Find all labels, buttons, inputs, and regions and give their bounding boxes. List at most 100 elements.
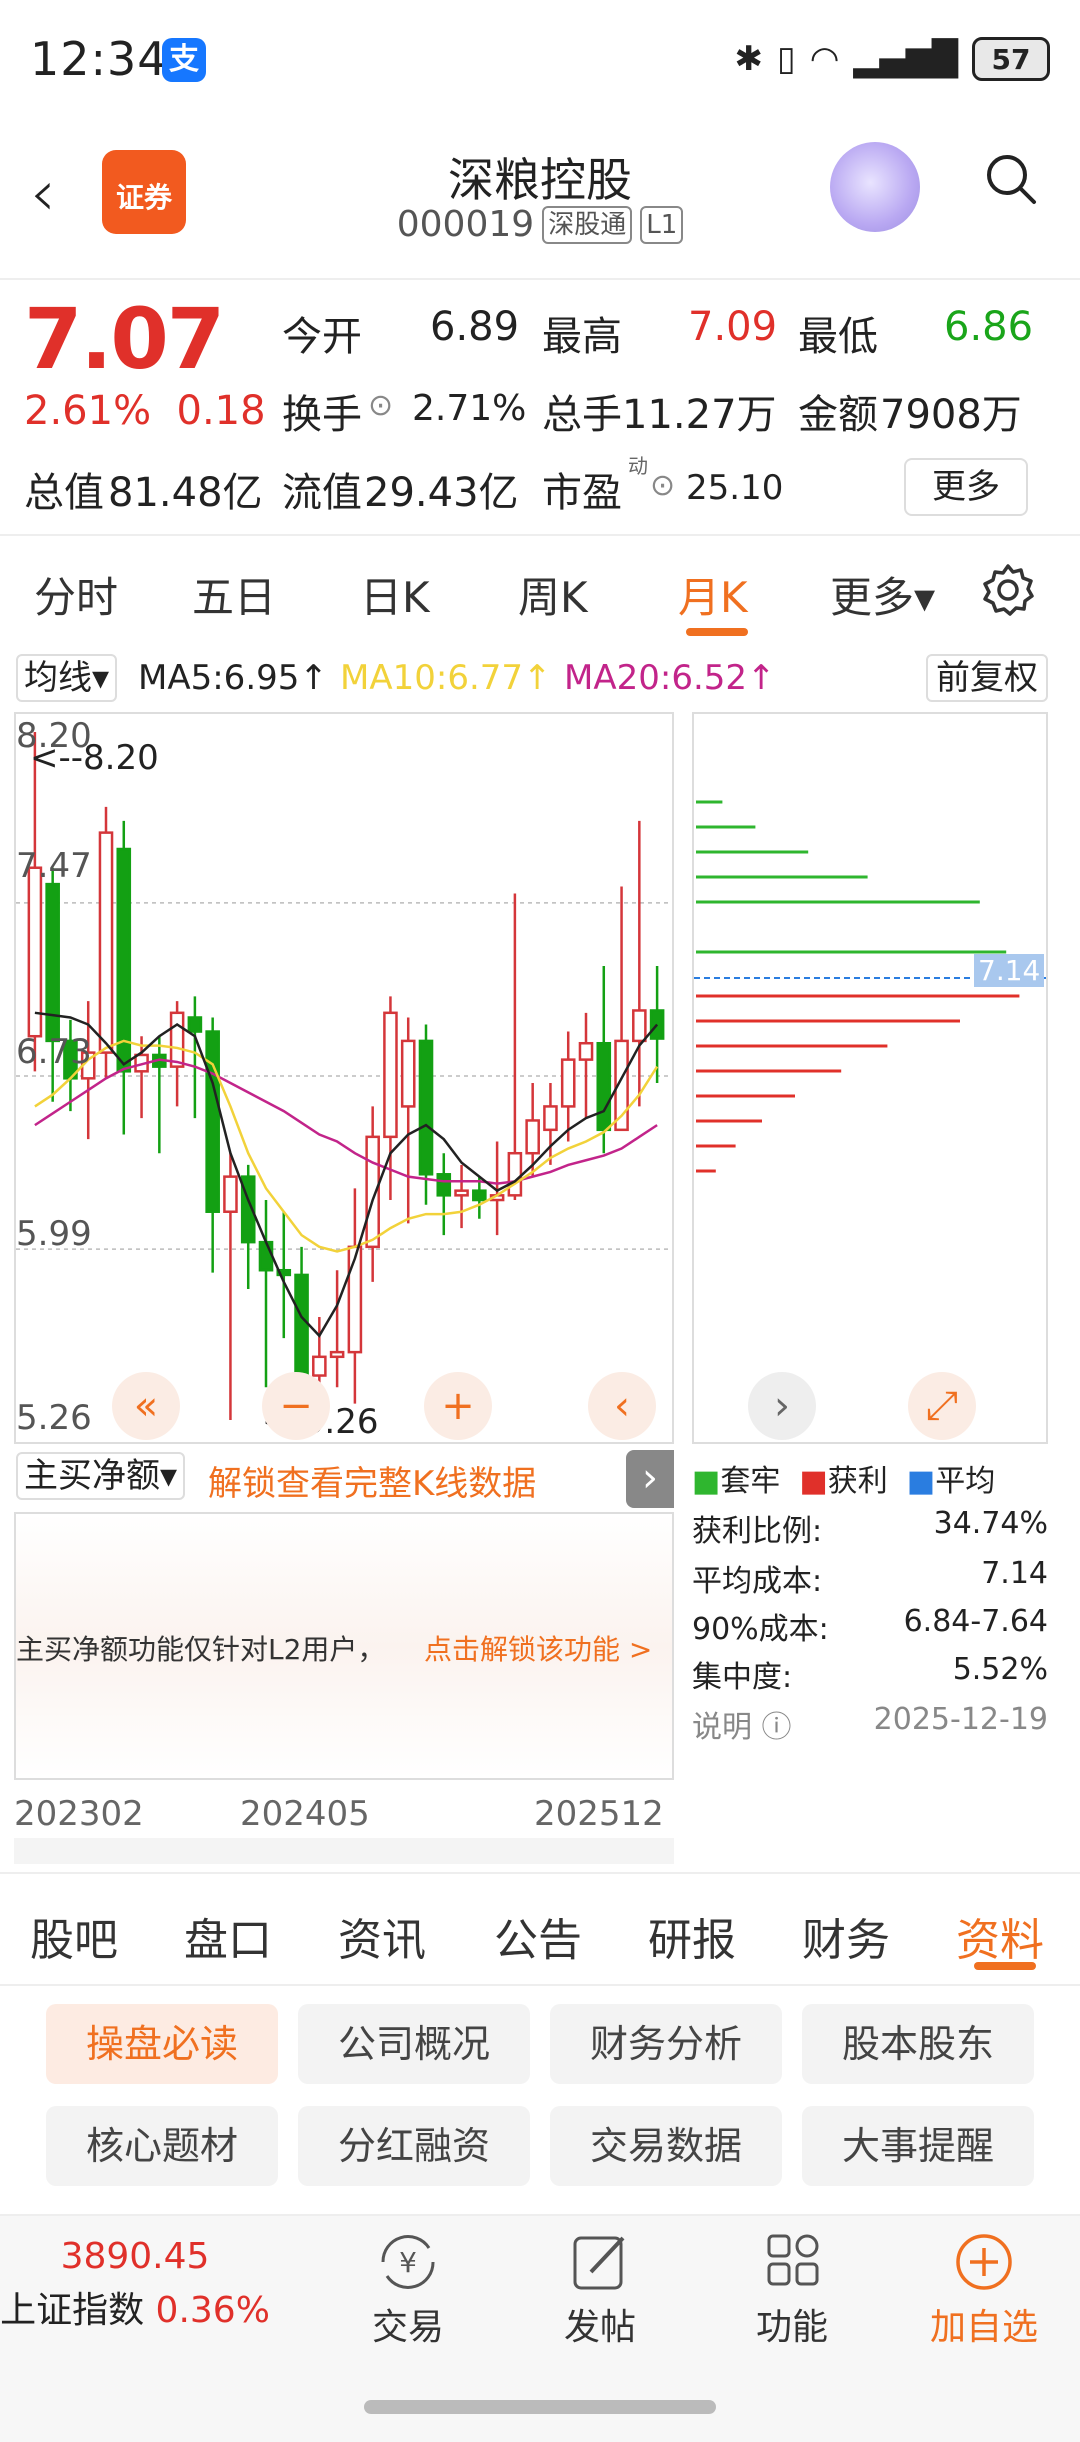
edit-icon xyxy=(573,2236,625,2290)
tab-monthly-k[interactable]: 月K xyxy=(678,564,748,625)
add-watchlist-label: 加自选 xyxy=(929,2307,1038,2348)
mktcap-label: 总值 xyxy=(24,470,104,516)
avg-cost-label: 7.14 xyxy=(974,954,1045,987)
tab-profile[interactable]: 资料 xyxy=(956,1904,1044,1968)
candle-body xyxy=(116,847,132,1073)
price-change: 2.61% 0.18 xyxy=(24,388,266,434)
date-label-end: 202512 xyxy=(534,1794,664,1834)
chip-date: 2025-12-19 xyxy=(873,1702,1048,1737)
dividend-financing-button[interactable]: 分红融资 xyxy=(298,2106,530,2186)
legend-average-swatch: ■ xyxy=(906,1464,936,1499)
stat-explain[interactable]: 说明 ⓘ 2025-12-19 xyxy=(692,1702,1048,1746)
y-label-2: 7.47 xyxy=(16,846,92,886)
panel-toggle-icon[interactable]: › xyxy=(626,1450,674,1508)
tab-research[interactable]: 研报 xyxy=(648,1904,736,1968)
candle-body xyxy=(507,1151,523,1197)
tab-forum[interactable]: 股吧 xyxy=(30,1904,118,1968)
tab-announcements[interactable]: 公告 xyxy=(494,1904,582,1968)
trade-button[interactable]: ¥ 交易 xyxy=(338,2230,478,2350)
step-back-button[interactable]: ‹ xyxy=(588,1372,656,1440)
tab-news[interactable]: 资讯 xyxy=(338,1904,426,1968)
float-label: 流值 xyxy=(282,470,362,516)
kline-chart[interactable]: 8.20 7.47 6.73 5.99 5.26 <--8.20 <-5.26 … xyxy=(14,712,674,1444)
connect-tag: 深股通 xyxy=(542,205,633,244)
candle-body xyxy=(596,1041,612,1132)
candle-body xyxy=(578,1041,594,1061)
add-watchlist-button[interactable]: 加自选 xyxy=(914,2230,1054,2350)
info-icon[interactable]: ⓘ xyxy=(762,1710,792,1745)
search-icon[interactable] xyxy=(984,152,1038,206)
legend-profit: 获利 xyxy=(827,1464,888,1499)
candle-body xyxy=(543,1105,558,1132)
candle-body xyxy=(632,1009,647,1043)
candle-body xyxy=(205,1030,220,1213)
vibrate-icon: ▯ xyxy=(777,39,796,79)
functions-button[interactable]: 功能 xyxy=(722,2230,862,2350)
tab-intraday[interactable]: 分时 xyxy=(34,564,118,625)
zoom-out-button[interactable]: − xyxy=(262,1372,330,1440)
company-overview-button[interactable]: 公司概况 xyxy=(298,2004,530,2084)
pe-label: 市盈 xyxy=(542,470,622,516)
events-button[interactable]: 大事提醒 xyxy=(802,2106,1034,2186)
home-indicator[interactable] xyxy=(364,2400,716,2414)
tab-orderbook[interactable]: 盘口 xyxy=(184,1904,272,1968)
gear-icon[interactable] xyxy=(980,562,1036,618)
tab-more[interactable]: 更多▾ xyxy=(830,564,935,625)
index-widget[interactable]: 3890.45 上证指数 0.36% xyxy=(0,2236,270,2333)
tab-financials[interactable]: 财务 xyxy=(802,1904,890,1968)
stock-code-row: 000019 深股通 L1 xyxy=(0,204,1080,245)
level-tag: L1 xyxy=(640,205,684,244)
core-themes-button[interactable]: 核心题材 xyxy=(46,2106,278,2186)
ma20-label: MA20:6.52↑ xyxy=(564,658,776,698)
stat-label: 平均成本: xyxy=(692,1564,823,1599)
ma10-label: MA10:6.77↑ xyxy=(340,658,552,698)
expand-icon[interactable]: ⤢ xyxy=(908,1372,976,1440)
high-label: 最高 xyxy=(542,314,622,360)
indicator-selector[interactable]: 主买净额▾ xyxy=(16,1452,186,1500)
must-read-button[interactable]: 操盘必读 xyxy=(46,2004,278,2084)
step-forward-button[interactable]: › xyxy=(748,1372,816,1440)
float-value: 29.43亿 xyxy=(364,470,519,516)
scroll-track[interactable] xyxy=(14,1838,674,1864)
unlock-kline-link[interactable]: 解锁查看完整K线数据 xyxy=(208,1456,536,1505)
indicator-panel: 主买净额功能仅针对L2用户， 点击解锁该功能 > xyxy=(14,1512,674,1780)
financial-analysis-button[interactable]: 财务分析 xyxy=(550,2004,782,2084)
tab-five-day[interactable]: 五日 xyxy=(192,564,276,625)
indicator-row: 主买净额▾ 解锁查看完整K线数据 › xyxy=(0,1450,680,1508)
more-button[interactable]: 更多 xyxy=(904,458,1028,516)
plus-circle-icon xyxy=(956,2234,1012,2290)
candle-body xyxy=(383,1011,398,1139)
index-name: 上证指数 xyxy=(0,2290,145,2331)
candle-body xyxy=(169,1011,185,1068)
shareholders-button[interactable]: 股本股东 xyxy=(802,2004,1034,2084)
index-value: 3890.45 xyxy=(60,2236,210,2277)
assistant-robot-icon[interactable] xyxy=(830,142,920,232)
signal-icon: ▂▄▆█ xyxy=(853,39,958,79)
l2-notice: 主买净额功能仅针对L2用户， xyxy=(16,1633,386,1666)
info-dots-icon[interactable]: ⊙ xyxy=(650,468,675,503)
alipay-icon: 支 xyxy=(162,38,206,82)
ma-selector[interactable]: 均线▾ xyxy=(16,654,118,702)
trading-data-button[interactable]: 交易数据 xyxy=(550,2106,782,2186)
legend-trapped-swatch: ■ xyxy=(692,1464,721,1499)
chip-distribution[interactable]: 7.14 › ⤢ xyxy=(692,712,1048,1444)
tab-daily-k[interactable]: 日K xyxy=(360,564,430,625)
post-button[interactable]: 发帖 xyxy=(530,2230,670,2350)
pe-value: 25.10 xyxy=(686,468,784,508)
candle-body xyxy=(400,1039,416,1108)
legend-trapped: 套牢 xyxy=(720,1464,781,1499)
info-dots-icon[interactable]: ⊙ xyxy=(368,388,393,423)
chart-tabs: 分时 五日 日K 周K 月K 更多▾ xyxy=(0,536,1080,646)
tab-weekly-k[interactable]: 周K xyxy=(518,564,588,625)
candle-body xyxy=(329,1350,345,1359)
kline-svg xyxy=(16,732,672,1420)
low-value: 6.86 xyxy=(944,304,1034,350)
unlock-feature-link[interactable]: 点击解锁该功能 > xyxy=(424,1628,652,1668)
wifi-icon: ◠ xyxy=(809,39,840,79)
current-price: 7.07 xyxy=(24,290,225,388)
fast-backward-button[interactable]: « xyxy=(112,1372,180,1440)
adjust-button[interactable]: 前复权 xyxy=(926,654,1048,702)
zoom-in-button[interactable]: + xyxy=(424,1372,492,1440)
stat-label: 集中度: xyxy=(692,1660,793,1695)
pe-superscript: 动 xyxy=(628,454,648,478)
